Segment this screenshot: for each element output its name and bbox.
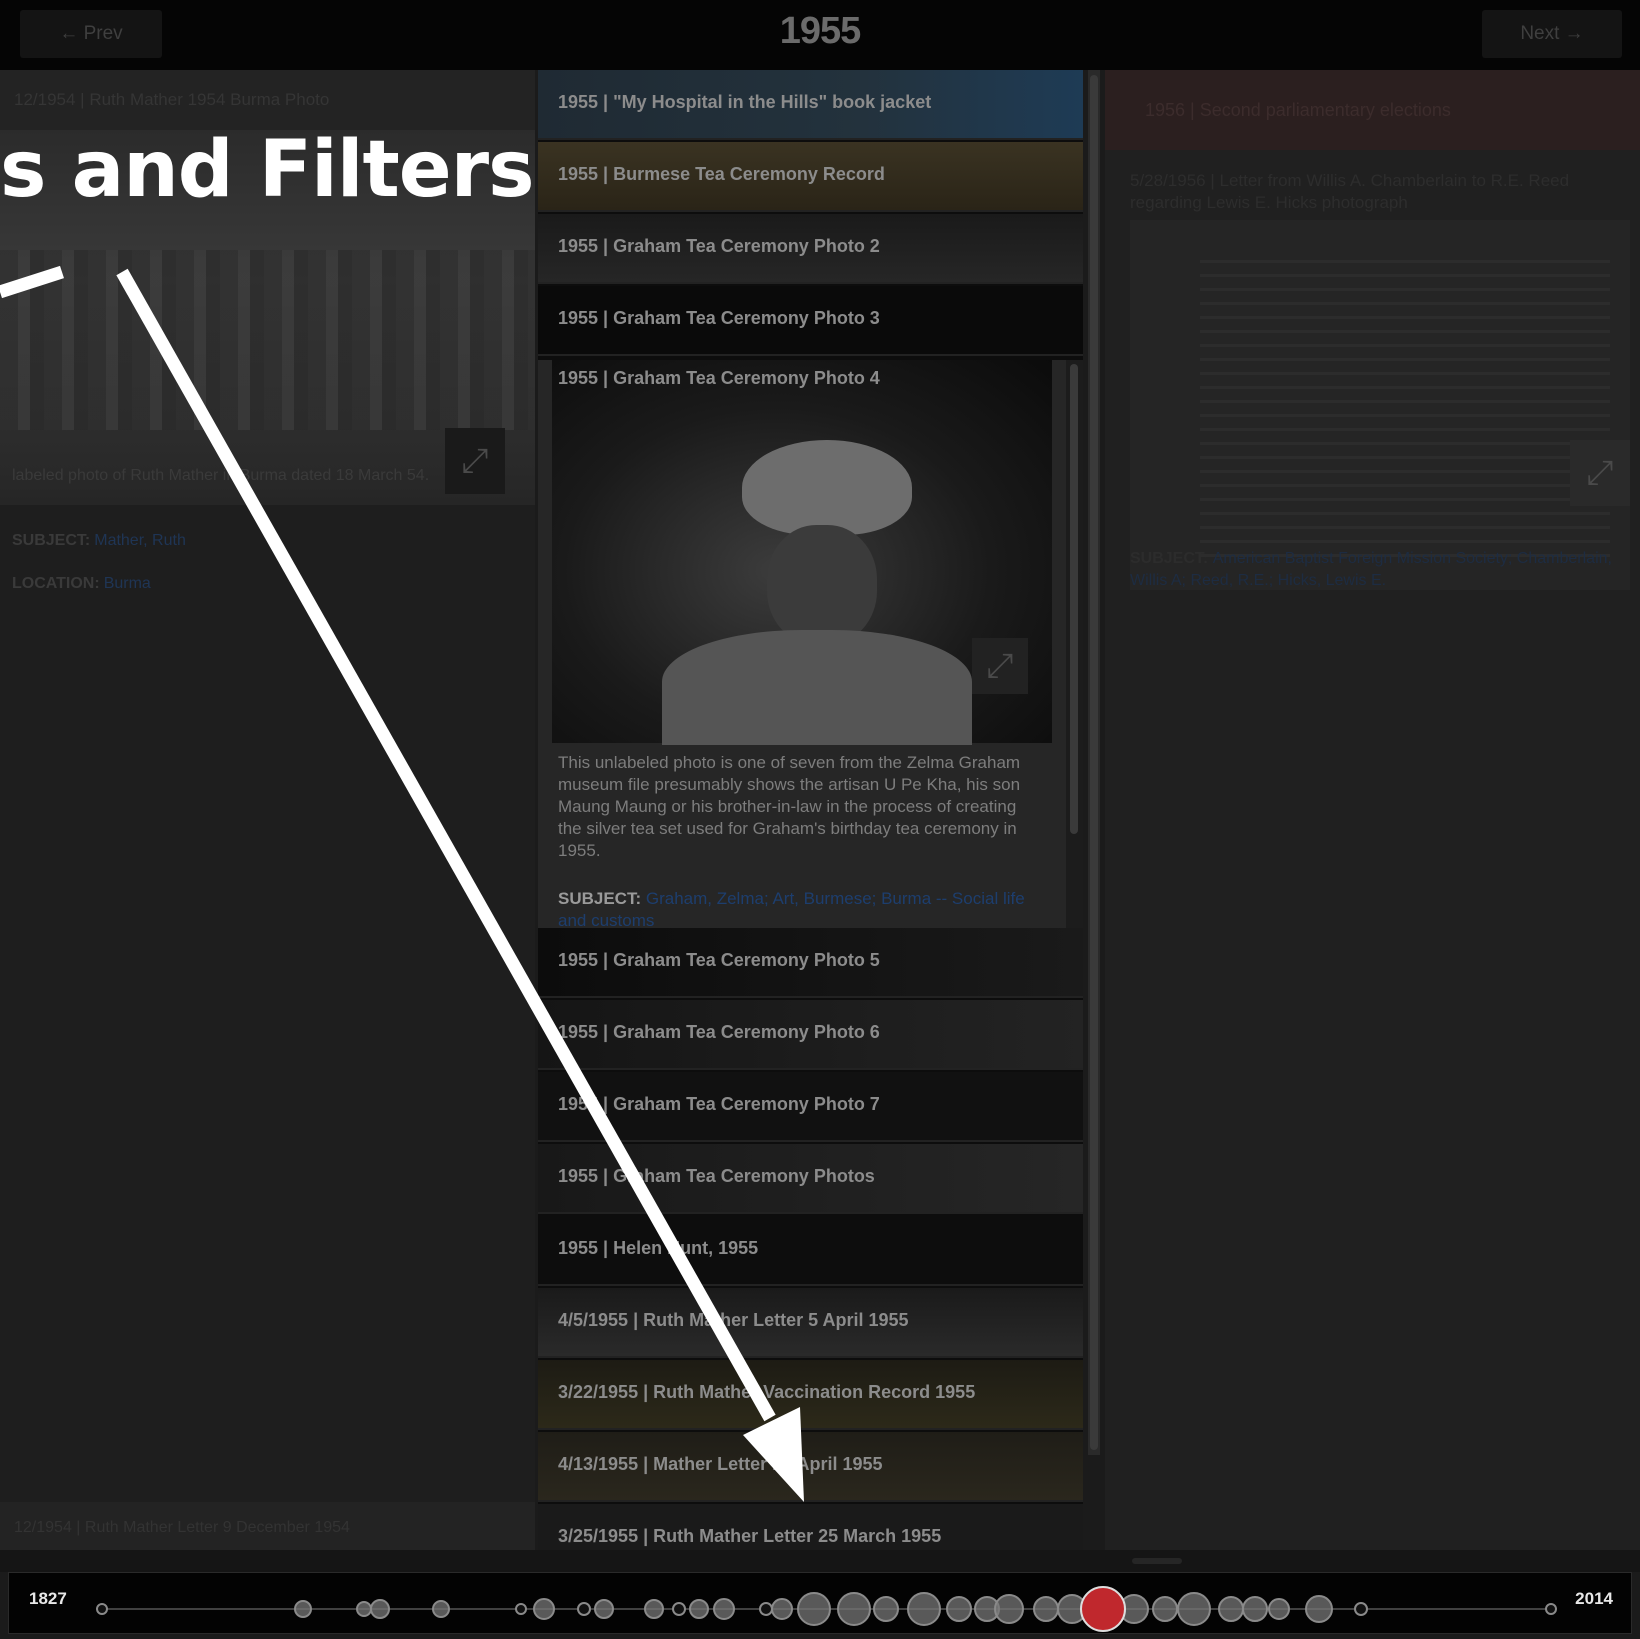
annotation-arrow-head <box>743 1407 804 1502</box>
annotation-overlay <box>0 265 804 1502</box>
expanded-item-title: 1955 | Graham Tea Ceremony Photo 4 <box>558 368 880 388</box>
annotation-arrow-shaft <box>116 268 776 1422</box>
annotation-stroke <box>0 265 64 299</box>
